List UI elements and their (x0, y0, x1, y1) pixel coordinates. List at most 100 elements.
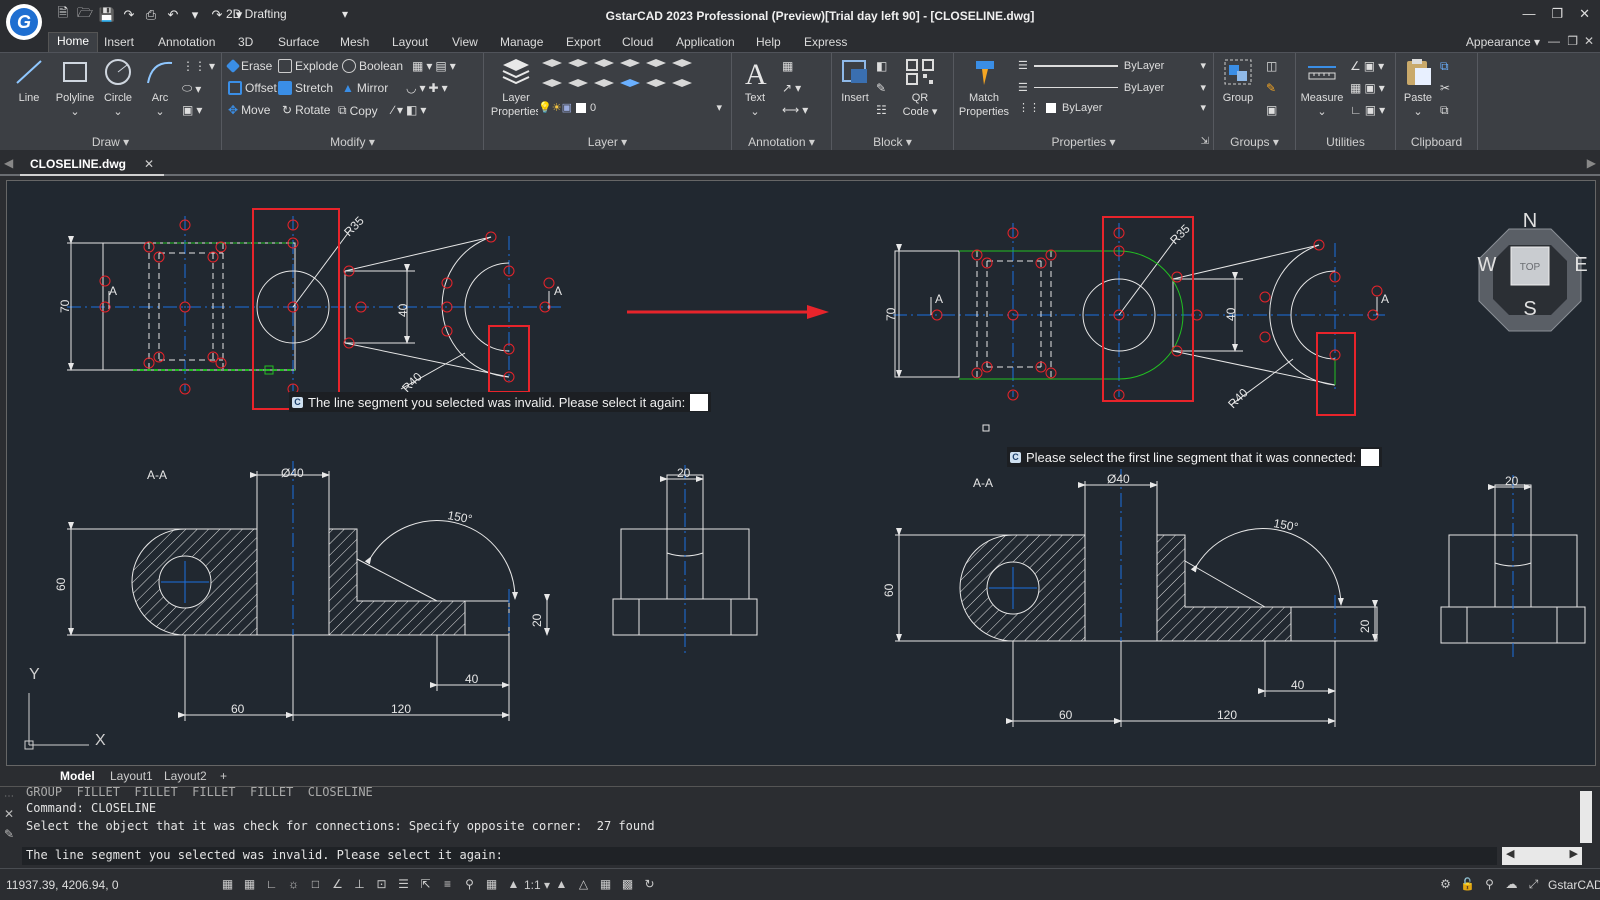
tab-3d[interactable]: 3D (238, 35, 253, 49)
polyline-dropdown-icon[interactable]: ⌄ (52, 105, 98, 119)
explode-button[interactable]: Explode (278, 59, 338, 73)
text-dropdown-icon[interactable]: ⌄ (738, 105, 772, 119)
mirror-button[interactable]: ▲ Mirror (342, 81, 388, 95)
appearance-menu[interactable]: Appearance ▾ (1466, 35, 1540, 49)
ribbon-minimize-icon[interactable]: — (1548, 34, 1560, 48)
cloud-sync-icon[interactable]: ☁ (1504, 877, 1519, 892)
dyn-icon[interactable]: ⊡ (374, 877, 389, 892)
annotation-visibility-icon[interactable]: △ (576, 877, 591, 892)
qr-code-button[interactable]: QR Code ▾ (898, 57, 942, 119)
block-panel-label[interactable]: Block ▾ (832, 135, 953, 149)
points-tool-button[interactable]: ⋮⋮ ▾ (182, 59, 215, 73)
group-select-button[interactable]: ▣ (1266, 103, 1277, 117)
ribbon-restore-icon[interactable]: ❐ (1567, 34, 1578, 48)
arc-button[interactable]: Arc ⌄ (142, 57, 178, 119)
insert-block-button[interactable]: Insert (836, 57, 874, 105)
block-attribute-button[interactable]: ☷ (876, 103, 887, 117)
lock-ui-icon[interactable]: 🔓 (1460, 877, 1475, 892)
tab-application[interactable]: Application (676, 35, 735, 49)
prompt-left-input[interactable] (690, 393, 709, 411)
lineweight-dropdown[interactable]: ⋮⋮ ByLayer ▾ (1018, 99, 1206, 116)
move-button[interactable]: ✥ Move (228, 103, 270, 117)
minimize-icon[interactable]: — (1522, 6, 1535, 22)
group-edit-button[interactable]: ✎ (1266, 81, 1276, 95)
quick-properties-icon[interactable]: ▩ (620, 877, 635, 892)
color-dropdown[interactable]: ☰ ByLayer ▾ (1018, 57, 1206, 74)
group-button[interactable]: Group (1218, 57, 1258, 105)
rotate-button[interactable]: ↻ Rotate (282, 103, 330, 117)
paste-dropdown-icon[interactable]: ⌄ (1398, 105, 1438, 119)
arc-dropdown-icon[interactable]: ⌄ (142, 105, 178, 119)
tab-express[interactable]: Express (804, 35, 847, 49)
app-logo-button[interactable]: G (6, 4, 42, 40)
location-icon[interactable]: ⚲ (1482, 877, 1497, 892)
restore-icon[interactable]: ❐ (1551, 6, 1563, 22)
layer-dropdown[interactable]: 💡 ☀ ▣ 0 ▾ (538, 99, 722, 116)
circle-button[interactable]: Circle ⌄ (98, 57, 138, 119)
tab-surface[interactable]: Surface (278, 35, 319, 49)
ellipse-tool-button[interactable]: ⬭ ▾ (182, 81, 201, 96)
command-input[interactable]: The line segment you selected was invali… (22, 847, 1497, 865)
measure-dropdown-icon[interactable]: ⌄ (1298, 105, 1346, 119)
boolean-button[interactable]: Boolean (342, 59, 403, 73)
close-command-icon[interactable]: ✕ (4, 807, 14, 821)
polar-icon[interactable]: ☼ (286, 877, 301, 892)
snap-grid-icon[interactable]: ▦ (242, 877, 257, 892)
copy-base-button[interactable]: ⧉ (1440, 103, 1449, 118)
circle-dropdown-icon[interactable]: ⌄ (98, 105, 138, 119)
utility-tool-1[interactable]: ∠ ▣ ▾ (1350, 59, 1384, 73)
trim-tool-button[interactable]: ∕ ▾ ◧ ▾ (392, 103, 426, 117)
tab-export[interactable]: Export (566, 35, 601, 49)
tab-scroll-left-icon[interactable]: ◀ (4, 156, 13, 170)
table-tool-button[interactable]: ▦ (782, 59, 793, 73)
leader-tool-button[interactable]: ↗ ▾ (782, 81, 801, 95)
utility-tool-3[interactable]: ∟ ▣ ▾ (1350, 103, 1385, 117)
add-layout-button[interactable]: + (220, 769, 227, 783)
workspace-switch-icon[interactable]: ▦ (598, 877, 613, 892)
annotation-panel-label[interactable]: Annotation ▾ (732, 135, 831, 149)
edit-block-button[interactable]: ✎ (876, 81, 886, 95)
match-properties-button[interactable]: Match Properties (956, 57, 1012, 119)
tab-cloud[interactable]: Cloud (622, 35, 653, 49)
layout-tab-model[interactable]: Model (60, 769, 95, 783)
array-tool-button[interactable]: ▦ ▾ ▤ ▾ (412, 59, 456, 73)
close-icon[interactable]: ✕ (1579, 6, 1590, 22)
drawing-canvas[interactable]: 70 40 R35 R40 A A 70 40 R35 R40 A A A-A … (6, 180, 1596, 766)
model-grid-icon[interactable]: ▦ (220, 877, 235, 892)
line-button[interactable]: Line (12, 57, 46, 105)
fillet-tool-button[interactable]: ◡ ▾ ✚ ▾ (406, 81, 448, 95)
tab-view[interactable]: View (452, 35, 478, 49)
selection-cycling-icon[interactable]: ≡ (440, 877, 455, 892)
viewcube[interactable]: TOP N S E W (1478, 210, 1588, 332)
hardware-accel-icon[interactable]: ↻ (642, 877, 657, 892)
stretch-button[interactable]: Stretch (278, 81, 333, 95)
tab-annotation[interactable]: Annotation (158, 35, 215, 49)
tab-scroll-right-icon[interactable]: ▶ (1587, 156, 1596, 170)
scroll-right-icon[interactable]: ▶ (1570, 847, 1578, 865)
command-grip-icon[interactable]: ⋯ (4, 791, 14, 802)
copy-button[interactable]: ⧉ Copy (338, 103, 378, 118)
groups-panel-label[interactable]: Groups ▾ (1214, 135, 1295, 149)
erase-button[interactable]: Erase (225, 58, 272, 74)
polyline-button[interactable]: Polyline ⌄ (52, 57, 98, 119)
modify-panel-label[interactable]: Modify ▾ (222, 135, 483, 149)
annotation-monitor-icon[interactable]: ⚲ (462, 877, 477, 892)
panel-launcher-icon[interactable]: ⇲ (1201, 136, 1209, 147)
annotation-scale-icon[interactable]: ▲ (506, 877, 521, 892)
auto-scale-icon[interactable]: ▲ (554, 877, 569, 892)
draw-panel-label[interactable]: Draw ▾ (0, 135, 221, 149)
dimension-tool-button[interactable]: ⟷ ▾ (782, 103, 808, 117)
command-settings-icon[interactable]: ✎ (4, 827, 14, 841)
paste-button[interactable]: Paste ⌄ (1398, 57, 1438, 119)
offset-button[interactable]: Offset (228, 81, 277, 95)
tab-home[interactable]: Home (48, 32, 99, 53)
properties-panel-label[interactable]: Properties ▾ (954, 135, 1213, 149)
ortho-icon[interactable]: ∟ (264, 877, 279, 892)
layout-tab-layout2[interactable]: Layout2 (164, 769, 207, 783)
transparency-icon[interactable]: ⇱ (418, 877, 433, 892)
prompt-right-input[interactable] (1361, 448, 1380, 466)
ungroup-button[interactable]: ◫ (1266, 59, 1277, 73)
layout-tab-layout1[interactable]: Layout1 (110, 769, 153, 783)
tab-insert[interactable]: Insert (104, 35, 134, 49)
create-block-button[interactable]: ◧ (876, 59, 887, 73)
